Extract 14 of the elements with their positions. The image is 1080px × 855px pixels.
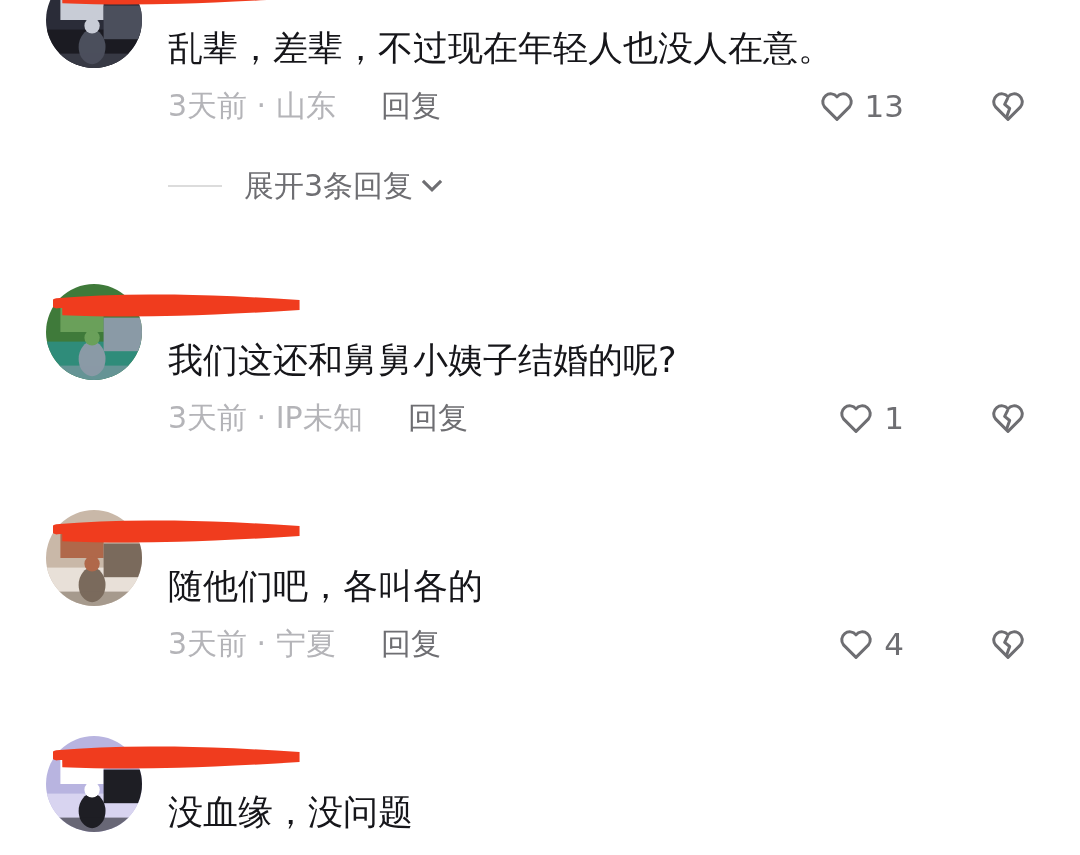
- like-button[interactable]: 1: [836, 398, 904, 438]
- comment-text: 我们这还和舅舅小姨子结婚的呢?: [168, 339, 678, 382]
- comment-time-location: 3天前 · 宁夏: [168, 624, 336, 663]
- reply-button[interactable]: 回复: [407, 397, 468, 439]
- like-button[interactable]: 4: [836, 624, 904, 664]
- reply-button[interactable]: 回复: [380, 623, 441, 665]
- comment-time-location: 3天前 · IP未知: [168, 398, 363, 437]
- comment-text: 随他们吧，各叫各的: [168, 565, 484, 608]
- expand-replies-button[interactable]: 展开3条回复: [244, 165, 446, 207]
- comment-time-location: 3天前 · 山东: [168, 86, 336, 125]
- comment-text: 乱辈，差辈，不过现在年轻人也没人在意。: [168, 27, 834, 70]
- like-button[interactable]: 13: [816, 86, 904, 126]
- reply-button[interactable]: 回复: [380, 85, 441, 127]
- comment-text: 没血缘，没问题: [168, 791, 414, 834]
